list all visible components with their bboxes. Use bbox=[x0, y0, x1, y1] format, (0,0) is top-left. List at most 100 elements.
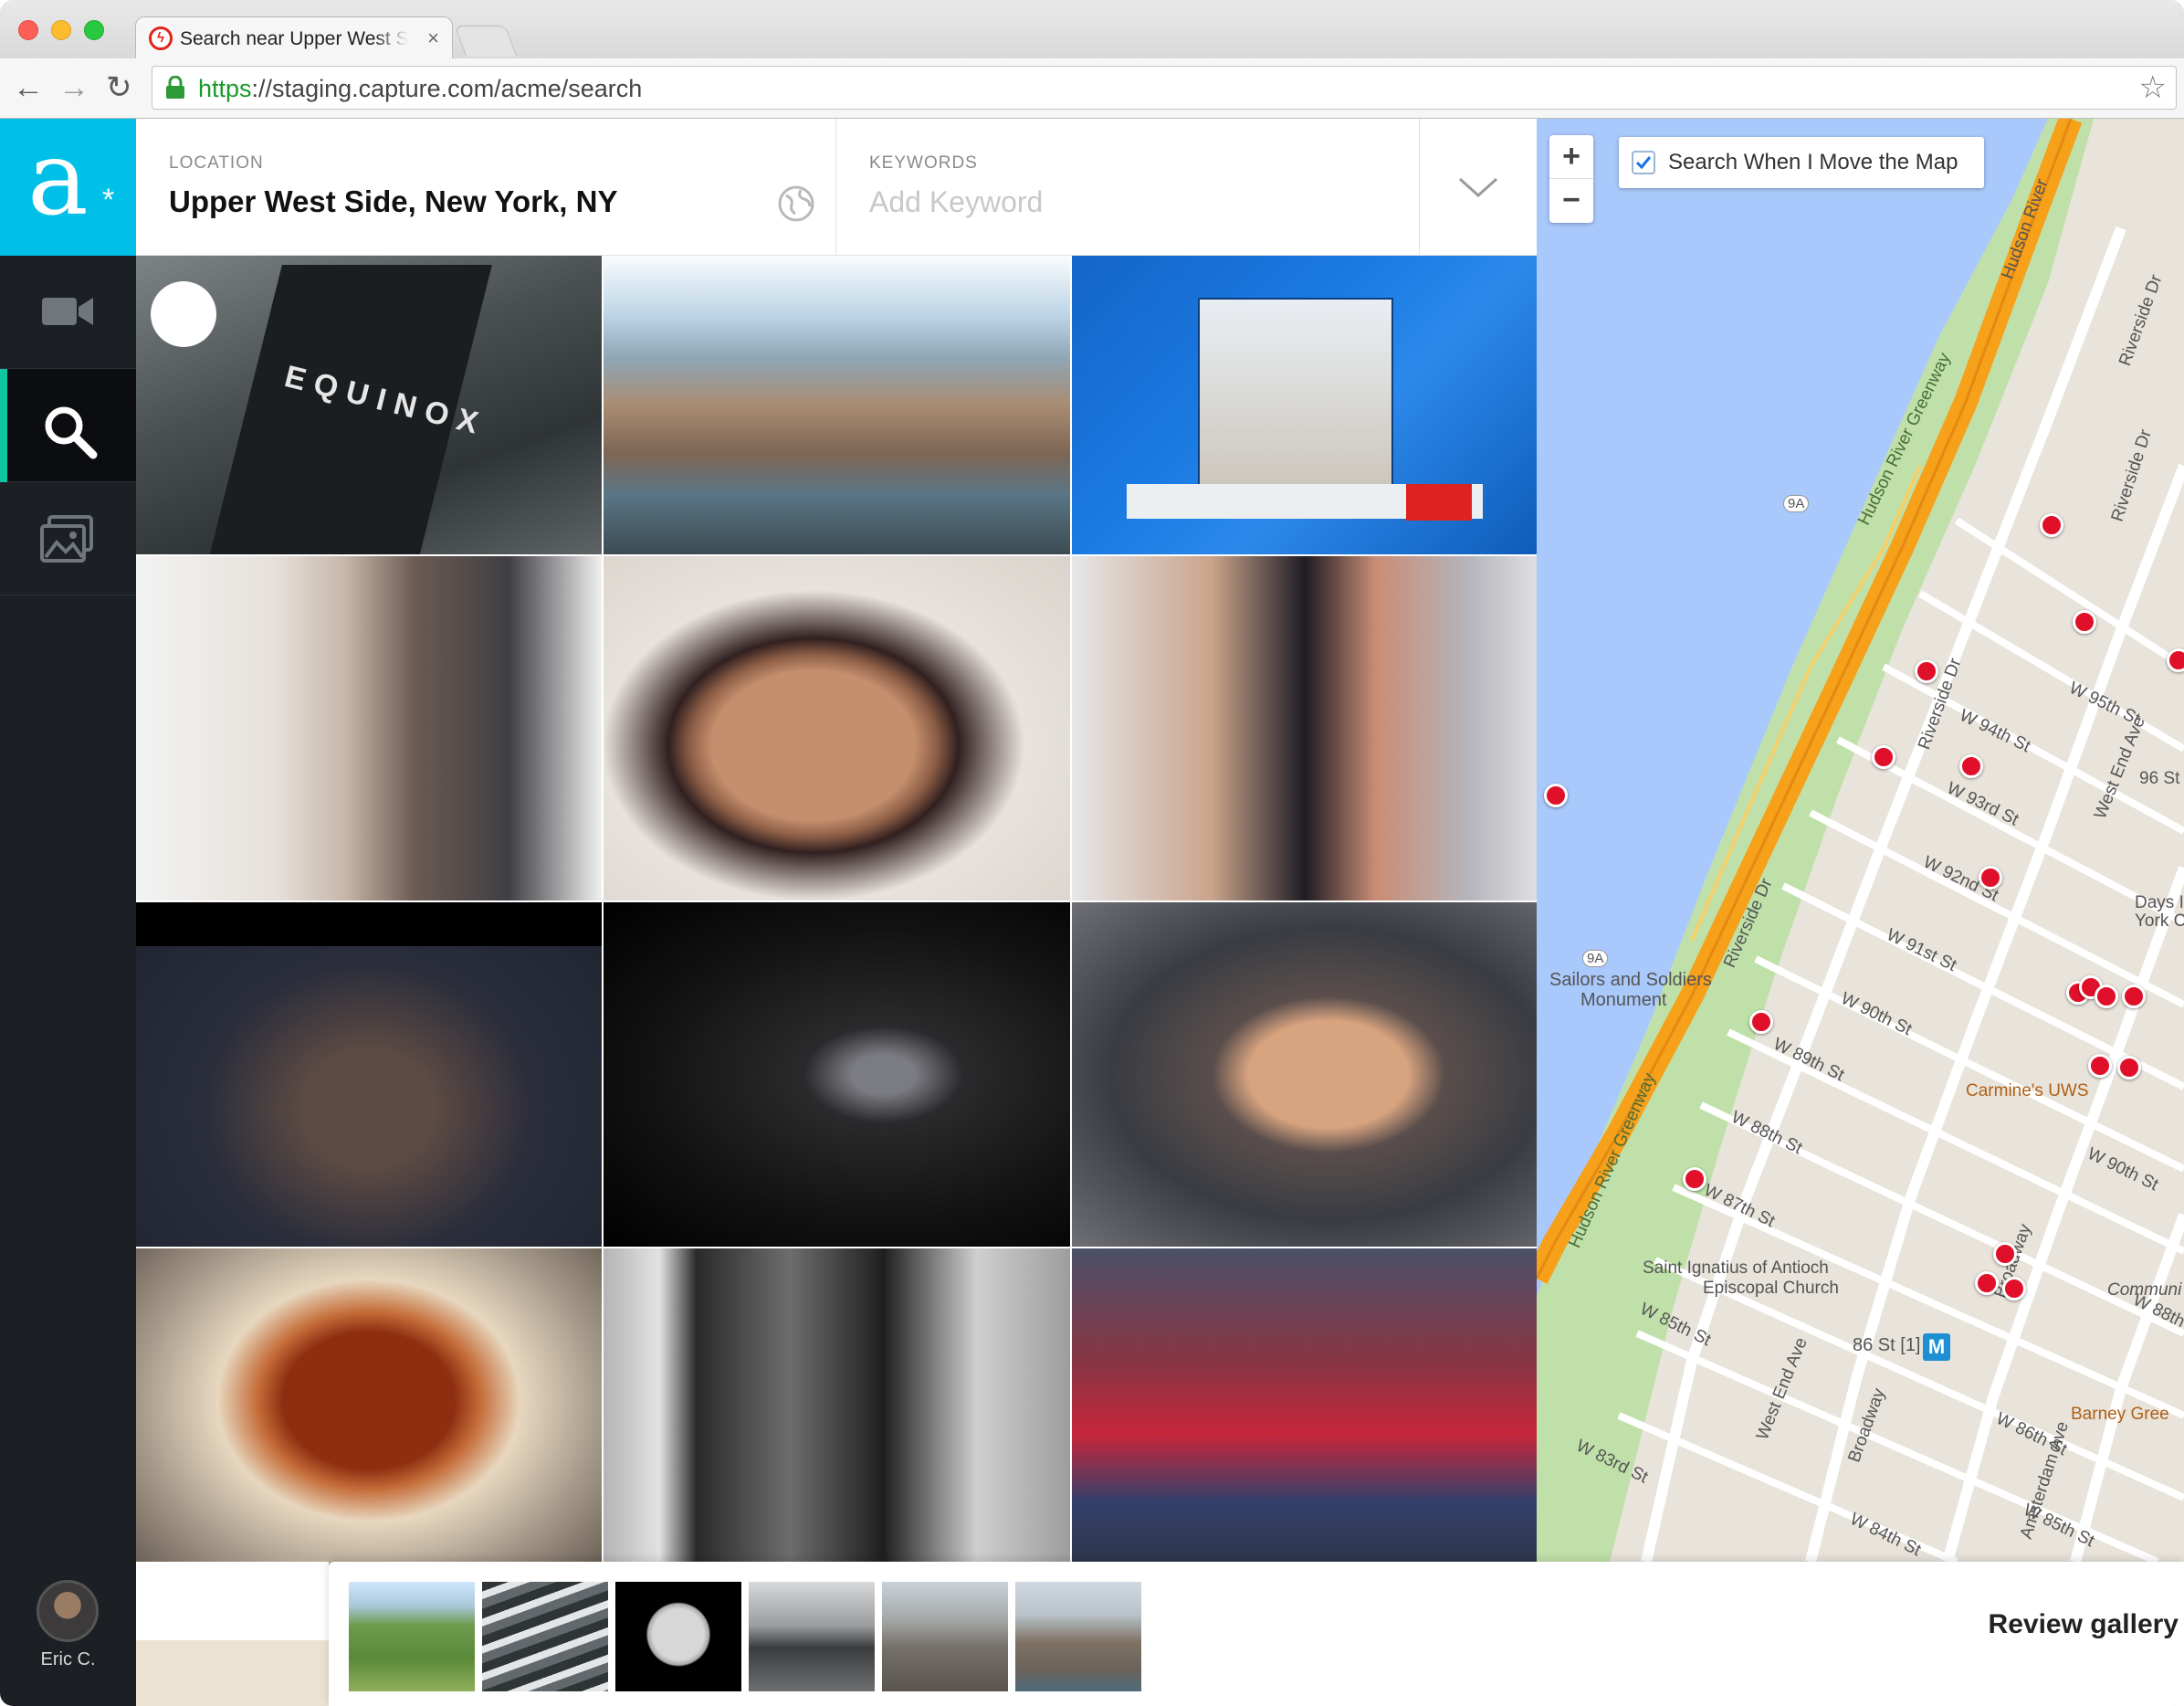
street-label: 96 St bbox=[2139, 769, 2180, 788]
zoom-out-button[interactable]: − bbox=[1549, 179, 1593, 223]
photo-grid: EQUINOX bbox=[136, 256, 1538, 1680]
map-pin[interactable] bbox=[1959, 754, 1983, 778]
selected-thumbnail[interactable] bbox=[749, 1582, 875, 1691]
poi-label: Communi bbox=[2107, 1280, 2182, 1300]
photo-tile[interactable] bbox=[136, 1248, 602, 1586]
map[interactable]: + − Search When I Move the Map Hudson Ri… bbox=[1537, 119, 2184, 1562]
poi-label: Days Inn bbox=[2135, 893, 2184, 912]
map-pin[interactable] bbox=[1979, 866, 2002, 890]
poi-label: Saint Ignatius of Antioch bbox=[1643, 1258, 1829, 1278]
tab-title: Search near Upper West Side bbox=[180, 28, 408, 49]
sidebar-item-gallery[interactable] bbox=[0, 482, 136, 595]
back-arrow-icon[interactable]: ← bbox=[13, 69, 44, 106]
map-pin[interactable] bbox=[1872, 745, 1895, 769]
filters-dropdown-button[interactable] bbox=[1420, 119, 1537, 256]
bookmark-star-icon[interactable]: ☆ bbox=[2139, 72, 2167, 103]
map-pin[interactable] bbox=[2002, 1277, 2026, 1301]
browser-window: ϟ Search near Upper West Side × ← → ↻ ht… bbox=[0, 0, 2184, 1706]
map-pin[interactable] bbox=[1975, 1271, 1999, 1295]
photo-content bbox=[136, 902, 602, 946]
location-label: LOCATION bbox=[169, 153, 264, 173]
photo-tile[interactable] bbox=[1072, 1248, 1538, 1586]
map-pin[interactable] bbox=[1993, 1242, 2017, 1266]
selected-thumbnail[interactable] bbox=[349, 1582, 475, 1691]
window-close-button[interactable] bbox=[18, 20, 38, 40]
app-logo[interactable]: a * bbox=[0, 119, 136, 256]
browser-tab[interactable]: ϟ Search near Upper West Side × bbox=[135, 16, 453, 58]
zoom-control: + − bbox=[1549, 135, 1593, 223]
poi-label: Monument bbox=[1580, 990, 1667, 1010]
selected-thumbnail[interactable] bbox=[1015, 1582, 1141, 1691]
map-pin[interactable] bbox=[2040, 513, 2063, 537]
photo-tile[interactable] bbox=[1072, 256, 1538, 554]
search-on-move-label: Search When I Move the Map bbox=[1668, 150, 1958, 174]
selected-thumbnail[interactable] bbox=[615, 1582, 741, 1691]
selection-tray: Review gallery bbox=[329, 1562, 2184, 1706]
video-camera-icon bbox=[42, 298, 93, 325]
select-photo-checkbox[interactable] bbox=[151, 281, 216, 347]
poi-label: Episcopal Church bbox=[1703, 1279, 1839, 1298]
photo-tile-partial bbox=[136, 1640, 329, 1706]
review-gallery-button[interactable]: Review gallery bbox=[1989, 1609, 2179, 1640]
avatar[interactable] bbox=[37, 1580, 99, 1642]
search-on-move-checkbox[interactable] bbox=[1632, 151, 1655, 174]
checkmark-icon bbox=[1635, 156, 1652, 170]
photo-tile[interactable]: EQUINOX bbox=[136, 256, 602, 554]
poi-label: York City bbox=[2135, 911, 2184, 931]
photo-gallery-icon bbox=[40, 515, 93, 563]
chevron-down-icon bbox=[1458, 177, 1498, 198]
window-maximize-button[interactable] bbox=[84, 20, 104, 40]
map-pin[interactable] bbox=[1915, 659, 1938, 683]
selected-thumbnail[interactable] bbox=[882, 1582, 1008, 1691]
map-pin[interactable] bbox=[2073, 610, 2096, 634]
route-badge: 9A bbox=[1582, 950, 1609, 967]
globe-icon[interactable] bbox=[777, 184, 815, 223]
map-pin[interactable] bbox=[2095, 985, 2118, 1008]
search-on-move-toggle[interactable]: Search When I Move the Map bbox=[1619, 137, 1984, 188]
new-tab-button[interactable] bbox=[454, 26, 518, 57]
location-field[interactable]: LOCATION Upper West Side, New York, NY bbox=[136, 119, 836, 256]
subway-station-label: 86 St [1] bbox=[1853, 1335, 1921, 1355]
location-value[interactable]: Upper West Side, New York, NY bbox=[169, 184, 617, 219]
photo-tile[interactable] bbox=[136, 556, 602, 900]
map-pin[interactable] bbox=[1683, 1167, 1706, 1191]
navigation-bar: ← → ↻ https://staging.capture.com/acme/s… bbox=[0, 58, 2184, 119]
subway-icon: M bbox=[1923, 1333, 1950, 1361]
sidebar-item-video[interactable] bbox=[0, 256, 136, 369]
photo-tile[interactable] bbox=[604, 556, 1070, 900]
search-header: LOCATION Upper West Side, New York, NY K… bbox=[136, 119, 1537, 256]
sidebar-item-search[interactable] bbox=[0, 369, 136, 482]
photo-tile[interactable] bbox=[1072, 902, 1538, 1247]
keywords-label: KEYWORDS bbox=[869, 153, 978, 173]
photo-tile[interactable] bbox=[1072, 556, 1538, 900]
photo-content bbox=[1406, 484, 1472, 521]
window-minimize-button[interactable] bbox=[51, 20, 71, 40]
reload-icon[interactable]: ↻ bbox=[106, 69, 132, 106]
poi-label: Sailors and Soldiers bbox=[1549, 970, 1712, 990]
map-pin[interactable] bbox=[2167, 648, 2184, 672]
map-pin[interactable] bbox=[1544, 784, 1568, 807]
photo-tile[interactable] bbox=[604, 902, 1070, 1247]
user-name: Eric C. bbox=[40, 1649, 96, 1669]
sidebar: a * Eric C. bbox=[0, 119, 136, 1706]
zoom-in-button[interactable]: + bbox=[1549, 135, 1593, 179]
photo-tile[interactable] bbox=[136, 902, 602, 1247]
map-pin[interactable] bbox=[2122, 985, 2146, 1008]
search-icon bbox=[45, 406, 98, 459]
forward-arrow-icon[interactable]: → bbox=[58, 69, 89, 106]
map-pin[interactable] bbox=[1749, 1010, 1773, 1034]
route-badge: 9A bbox=[1783, 495, 1810, 512]
poi-label: Barney Gree bbox=[2071, 1405, 2169, 1424]
selected-thumbnail[interactable] bbox=[482, 1582, 608, 1691]
map-pin[interactable] bbox=[2117, 1056, 2141, 1079]
photo-content bbox=[1198, 298, 1393, 510]
photo-tile[interactable] bbox=[604, 1248, 1070, 1586]
address-bar[interactable]: https://staging.capture.com/acme/search … bbox=[152, 66, 2177, 110]
keyword-input[interactable] bbox=[869, 179, 1381, 225]
poi-label: Carmine's UWS bbox=[1966, 1081, 2089, 1100]
photo-tile[interactable] bbox=[604, 256, 1070, 554]
map-pin[interactable] bbox=[2088, 1054, 2112, 1078]
capture-favicon-icon: ϟ bbox=[149, 26, 173, 50]
tab-close-icon[interactable]: × bbox=[427, 26, 439, 50]
logo-mark: * bbox=[102, 183, 115, 217]
